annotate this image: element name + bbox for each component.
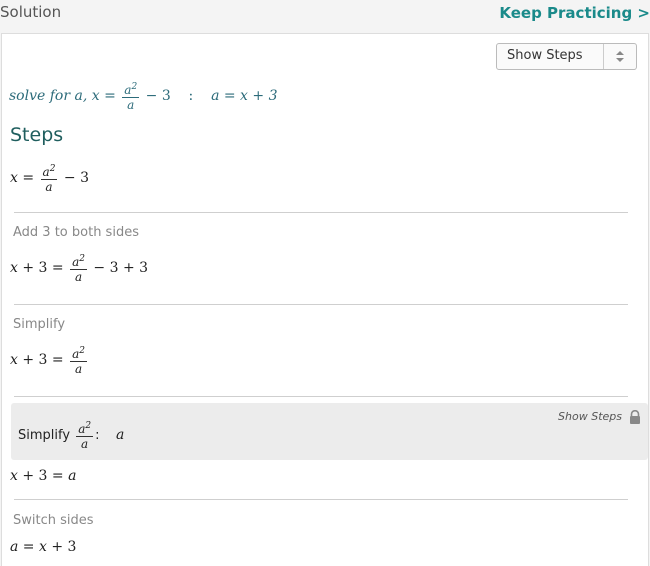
solution-panel — [1, 33, 649, 566]
substep-label: Simplify — [18, 428, 71, 443]
lock-icon — [630, 410, 640, 424]
step-description-add: Add 3 to both sides — [13, 225, 139, 240]
keep-practicing-link[interactable]: Keep Practicing > — [499, 4, 650, 22]
substep-result: a — [116, 427, 125, 443]
steps-heading: Steps — [10, 124, 64, 146]
divider — [14, 499, 628, 500]
divider — [14, 212, 628, 213]
equation-initial: x = a2 a − 3 — [10, 164, 89, 194]
divider — [14, 396, 628, 397]
divider — [14, 304, 628, 305]
problem-equation: x = a2 a − 3 — [91, 82, 171, 112]
equation-result: x + 3 = a — [10, 468, 77, 484]
show-steps-select-value: Show Steps — [507, 48, 583, 63]
solution-label: Solution — [0, 3, 62, 21]
substep-box: Simplify a2 a: a Show Steps — [11, 403, 648, 460]
top-bar: Solution Keep Practicing > — [0, 0, 650, 32]
substep-show-steps-link[interactable]: Show Steps — [558, 410, 622, 423]
substep-expression: Simplify a2 a: a — [18, 421, 125, 451]
equation-final: a = x + 3 — [10, 539, 77, 555]
problem-statement: solve for a, x = a2 a − 3 : a = x + 3 — [9, 80, 278, 112]
problem-prefix: solve for a, — [9, 88, 88, 104]
problem-answer: a = x + 3 — [211, 88, 278, 104]
problem-colon: : — [188, 88, 194, 104]
equation-simplify: x + 3 = a2 a — [10, 346, 87, 376]
step-description-switch: Switch sides — [13, 513, 94, 528]
step-description-simplify: Simplify — [13, 317, 66, 332]
show-steps-select[interactable]: Show Steps — [496, 43, 637, 70]
select-arrows-icon — [603, 44, 636, 69]
equation-add: x + 3 = a2 a − 3 + 3 — [10, 254, 149, 284]
